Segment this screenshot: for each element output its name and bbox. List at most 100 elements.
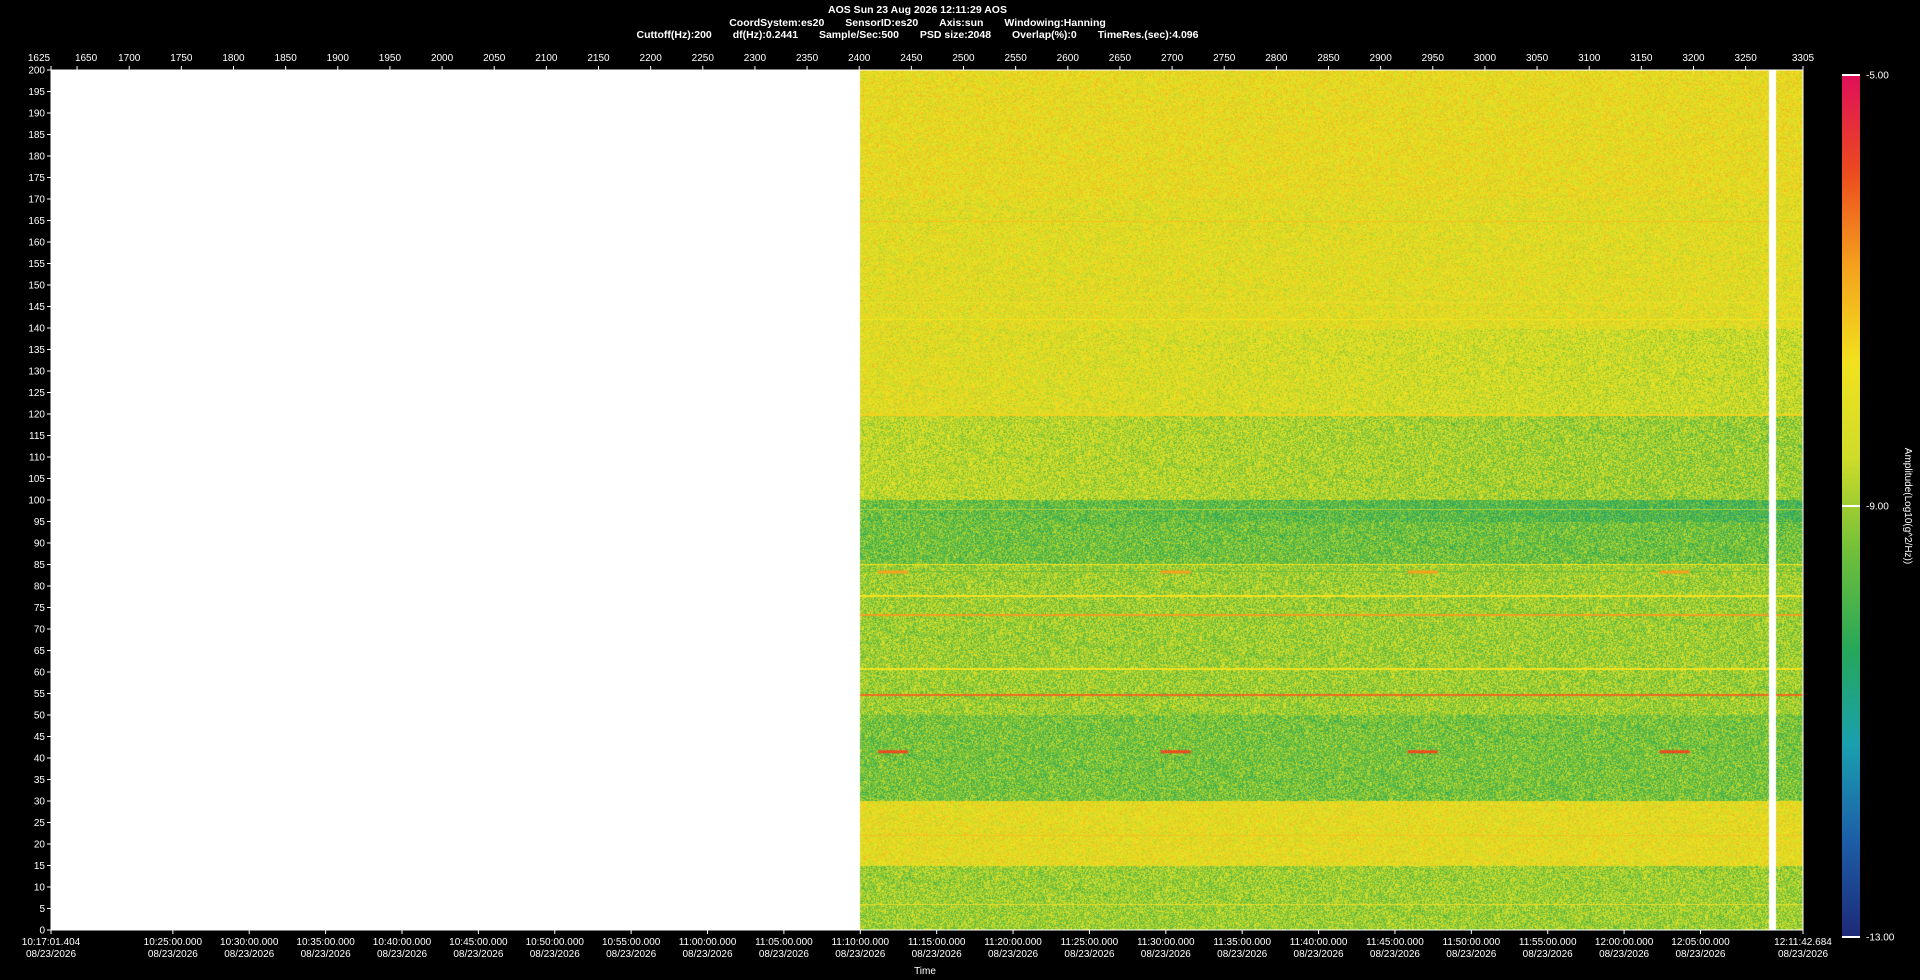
top-tick-label: 1650 (75, 53, 98, 64)
y-tick-label: 180 (28, 152, 45, 163)
y-tick-label: 125 (28, 388, 45, 399)
colorbar-labels: -5.00 -9.00 -13.00 (1842, 71, 1895, 944)
top-tick-label: 1700 (118, 53, 141, 64)
x-tick-date: 08/23/2026 (1446, 949, 1496, 960)
x-tick-date: 08/23/2026 (682, 949, 732, 960)
colorbar-tick-label: -9.00 (1866, 502, 1889, 513)
x-tick-date: 08/23/2026 (1217, 949, 1267, 960)
y-tick-label: 30 (34, 797, 46, 808)
x-tick-time: 11:25:00.000 (1061, 937, 1119, 948)
spectrogram-view: AOS Sun 23 Aug 2026 12:11:29 AOS CoordSy… (0, 0, 1920, 980)
top-tick-label: 3050 (1526, 53, 1549, 64)
x-tick-date: 08/23/2026 (377, 949, 427, 960)
top-tick-label: 2250 (692, 53, 715, 64)
x-tick-time: 10:55:00.000 (602, 937, 661, 948)
x-tick-date: 08/23/2026 (148, 949, 198, 960)
top-tick-label: 2750 (1213, 53, 1236, 64)
top-tick-label: 2150 (587, 53, 610, 64)
y-tick-label: 50 (34, 711, 46, 722)
x-tick-time: 12:11:42.684 (1774, 937, 1832, 948)
x-axis: 10:17:01.40408/23/202610:25:00.00008/23/… (22, 930, 1832, 960)
x-tick-time: 10:17:01.404 (22, 937, 81, 948)
top-tick-label: 2000 (431, 53, 454, 64)
top-tick-label: 2350 (796, 53, 819, 64)
colorbar-tick-label: -5.00 (1866, 71, 1889, 82)
x-tick-date: 08/23/2026 (26, 949, 76, 960)
x-tick-time: 11:00:00.000 (679, 937, 737, 948)
x-tick-date: 08/23/2026 (1675, 949, 1725, 960)
y-tick-label: 135 (28, 345, 45, 356)
top-tick-label: 2550 (1005, 53, 1028, 64)
x-tick-date: 08/23/2026 (301, 949, 351, 960)
colorbar-tick-label: -13.00 (1866, 933, 1895, 944)
x-tick-time: 12:05:00.000 (1671, 937, 1730, 948)
plot-frame (50, 69, 1804, 931)
top-tick-label: 1850 (275, 53, 298, 64)
x-tick-time: 10:40:00.000 (373, 937, 432, 948)
x-tick-time: 11:20:00.000 (984, 937, 1042, 948)
y-tick-label: 0 (39, 926, 45, 937)
top-tick-label: 1800 (222, 53, 245, 64)
x-tick-date: 08/23/2026 (1523, 949, 1573, 960)
x-axis-title: Time (914, 966, 936, 977)
y-tick-label: 190 (28, 109, 45, 120)
top-tick-label: 1950 (379, 53, 402, 64)
top-tick-label: 1625 (28, 53, 51, 64)
x-tick-time: 10:50:00.000 (526, 937, 585, 948)
x-tick-date: 08/23/2026 (224, 949, 274, 960)
y-tick-label: 100 (28, 496, 45, 507)
top-tick-label: 2850 (1317, 53, 1340, 64)
top-tick-label: 2500 (952, 53, 975, 64)
x-tick-date: 08/23/2026 (1294, 949, 1344, 960)
y-tick-label: 105 (28, 474, 45, 485)
y-tick-label: 10 (34, 883, 46, 894)
top-axis: 1625 1650 1700 1750 1800 1850 1900 1950 2000 2050… (28, 53, 1815, 70)
x-tick-date: 08/23/2026 (1141, 949, 1191, 960)
top-tick-label: 2600 (1057, 53, 1080, 64)
y-tick-label: 40 (34, 754, 46, 765)
top-tick-label: 3250 (1735, 53, 1758, 64)
y-tick-label: 160 (28, 238, 45, 249)
y-axis: 0 5 10 15 20 25 30 35 40 45 50 55 60 65 70 75 80 85 90 95 10… (28, 66, 51, 937)
top-tick-label: 2900 (1370, 53, 1393, 64)
x-tick-time: 11:55:00.000 (1519, 937, 1577, 948)
x-tick-date: 08/23/2026 (530, 949, 580, 960)
top-tick-label: 2200 (640, 53, 663, 64)
x-tick-date: 08/23/2026 (1064, 949, 1114, 960)
y-tick-label: 155 (28, 259, 45, 270)
top-tick-label: 2450 (900, 53, 923, 64)
y-tick-label: 200 (28, 66, 45, 77)
y-tick-label: 5 (39, 904, 45, 915)
y-tick-label: 15 (34, 861, 46, 872)
y-tick-label: 25 (34, 818, 46, 829)
top-tick-label: 3150 (1630, 53, 1653, 64)
x-tick-time: 11:50:00.000 (1443, 937, 1501, 948)
x-tick-date: 08/23/2026 (453, 949, 503, 960)
x-tick-date: 08/23/2026 (912, 949, 962, 960)
x-tick-time: 11:10:00.000 (831, 937, 889, 948)
y-tick-label: 60 (34, 668, 46, 679)
y-tick-label: 165 (28, 216, 45, 227)
top-tick-label: 2050 (483, 53, 506, 64)
top-tick-label: 3200 (1682, 53, 1705, 64)
y-tick-label: 55 (34, 689, 46, 700)
x-tick-date: 08/23/2026 (835, 949, 885, 960)
x-tick-date: 08/23/2026 (988, 949, 1038, 960)
x-tick-time: 10:45:00.000 (449, 937, 508, 948)
y-tick-label: 85 (34, 560, 46, 571)
y-tick-label: 140 (28, 324, 45, 335)
y-tick-label: 80 (34, 582, 46, 593)
top-tick-label: 2800 (1265, 53, 1288, 64)
y-tick-label: 185 (28, 130, 45, 141)
y-tick-label: 90 (34, 539, 46, 550)
y-tick-label: 70 (34, 625, 46, 636)
top-tick-label: 3305 (1792, 53, 1815, 64)
x-tick-time: 10:30:00.000 (220, 937, 279, 948)
top-tick-label: 1750 (170, 53, 193, 64)
top-tick-label: 2400 (848, 53, 871, 64)
top-tick-label: 2700 (1161, 53, 1184, 64)
x-tick-time: 11:30:00.000 (1137, 937, 1195, 948)
x-tick-date: 08/23/2026 (1599, 949, 1649, 960)
y-tick-label: 95 (34, 517, 46, 528)
y-tick-label: 65 (34, 646, 46, 657)
